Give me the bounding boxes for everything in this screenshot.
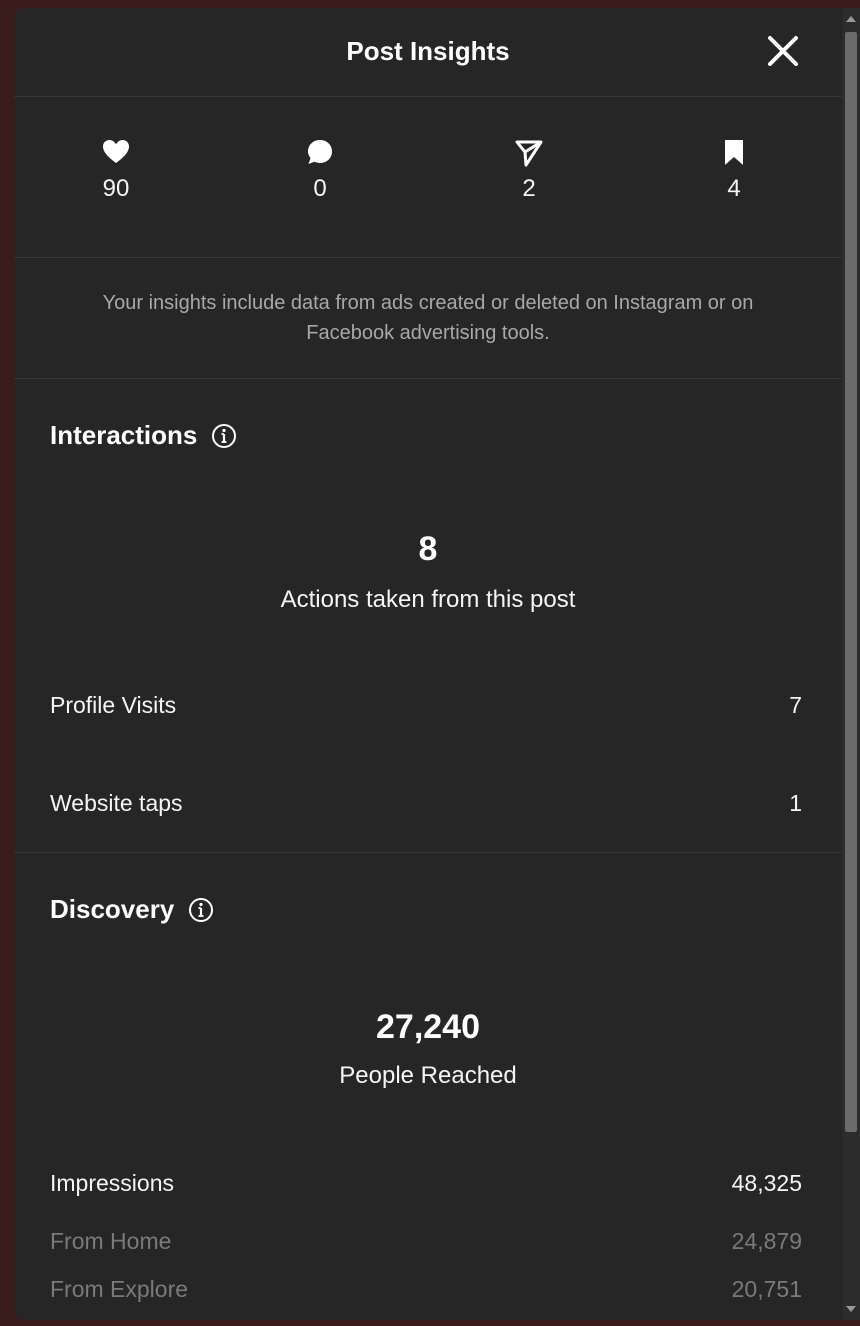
comments-count: 0 (313, 175, 327, 202)
heart-icon (103, 140, 129, 163)
website-taps-row: Website taps 1 (50, 790, 802, 826)
bookmark-icon (725, 140, 743, 165)
from-explore-row: From Explore 20,751 (50, 1276, 802, 1312)
row-label: Profile Visits (50, 692, 177, 718)
post-insights-panel: Post Insights 90 0 2 4 Your insights inc… (14, 8, 842, 1320)
row-label: Impressions (50, 1170, 174, 1196)
row-label: Website taps (50, 790, 183, 816)
page-title: Post Insights (346, 36, 510, 66)
panel-header: Post Insights (14, 8, 842, 97)
saves-stat: 4 (694, 137, 774, 203)
profile-visits-row: Profile Visits 7 (50, 692, 802, 728)
ads-notice: Your insights include data from ads crea… (14, 258, 842, 379)
scroll-down-icon[interactable] (846, 1306, 856, 1312)
scrollbar[interactable] (842, 8, 860, 1320)
close-button[interactable] (760, 28, 806, 74)
row-value: 20,751 (731, 1276, 802, 1302)
from-home-row: From Home 24,879 (50, 1228, 802, 1264)
comment-icon (308, 140, 332, 164)
comments-stat: 0 (280, 137, 360, 203)
ads-notice-text: Your insights include data from ads crea… (102, 292, 754, 344)
people-reached-caption: People Reached (339, 1062, 517, 1089)
scroll-thumb[interactable] (845, 32, 857, 1132)
info-icon[interactable] (188, 897, 214, 923)
shares-count: 2 (522, 175, 536, 202)
discovery-heading: Discovery (50, 894, 214, 925)
row-value: 48,325 (731, 1170, 802, 1196)
shares-stat: 2 (489, 137, 569, 203)
row-value: 7 (789, 692, 802, 718)
row-value: 1 (789, 790, 802, 816)
row-label: From Home (50, 1228, 172, 1254)
section-divider (14, 852, 842, 853)
interactions-total: 8 (418, 530, 438, 568)
share-icon (515, 140, 543, 167)
interactions-caption: Actions taken from this post (280, 586, 576, 613)
info-icon[interactable] (211, 423, 237, 449)
likes-stat: 90 (76, 137, 156, 203)
people-reached-total: 27,240 (376, 1008, 480, 1046)
scroll-up-icon[interactable] (846, 16, 856, 22)
row-value: 24,879 (731, 1228, 802, 1254)
close-icon (768, 36, 798, 66)
engagement-stats: 90 0 2 4 (14, 97, 842, 258)
row-label: From Explore (50, 1276, 189, 1302)
discovery-title: Discovery (50, 894, 175, 924)
impressions-row: Impressions 48,325 (50, 1170, 802, 1206)
likes-count: 90 (102, 175, 130, 202)
interactions-heading: Interactions (50, 420, 237, 451)
saves-count: 4 (727, 175, 741, 202)
interactions-title: Interactions (50, 420, 198, 450)
